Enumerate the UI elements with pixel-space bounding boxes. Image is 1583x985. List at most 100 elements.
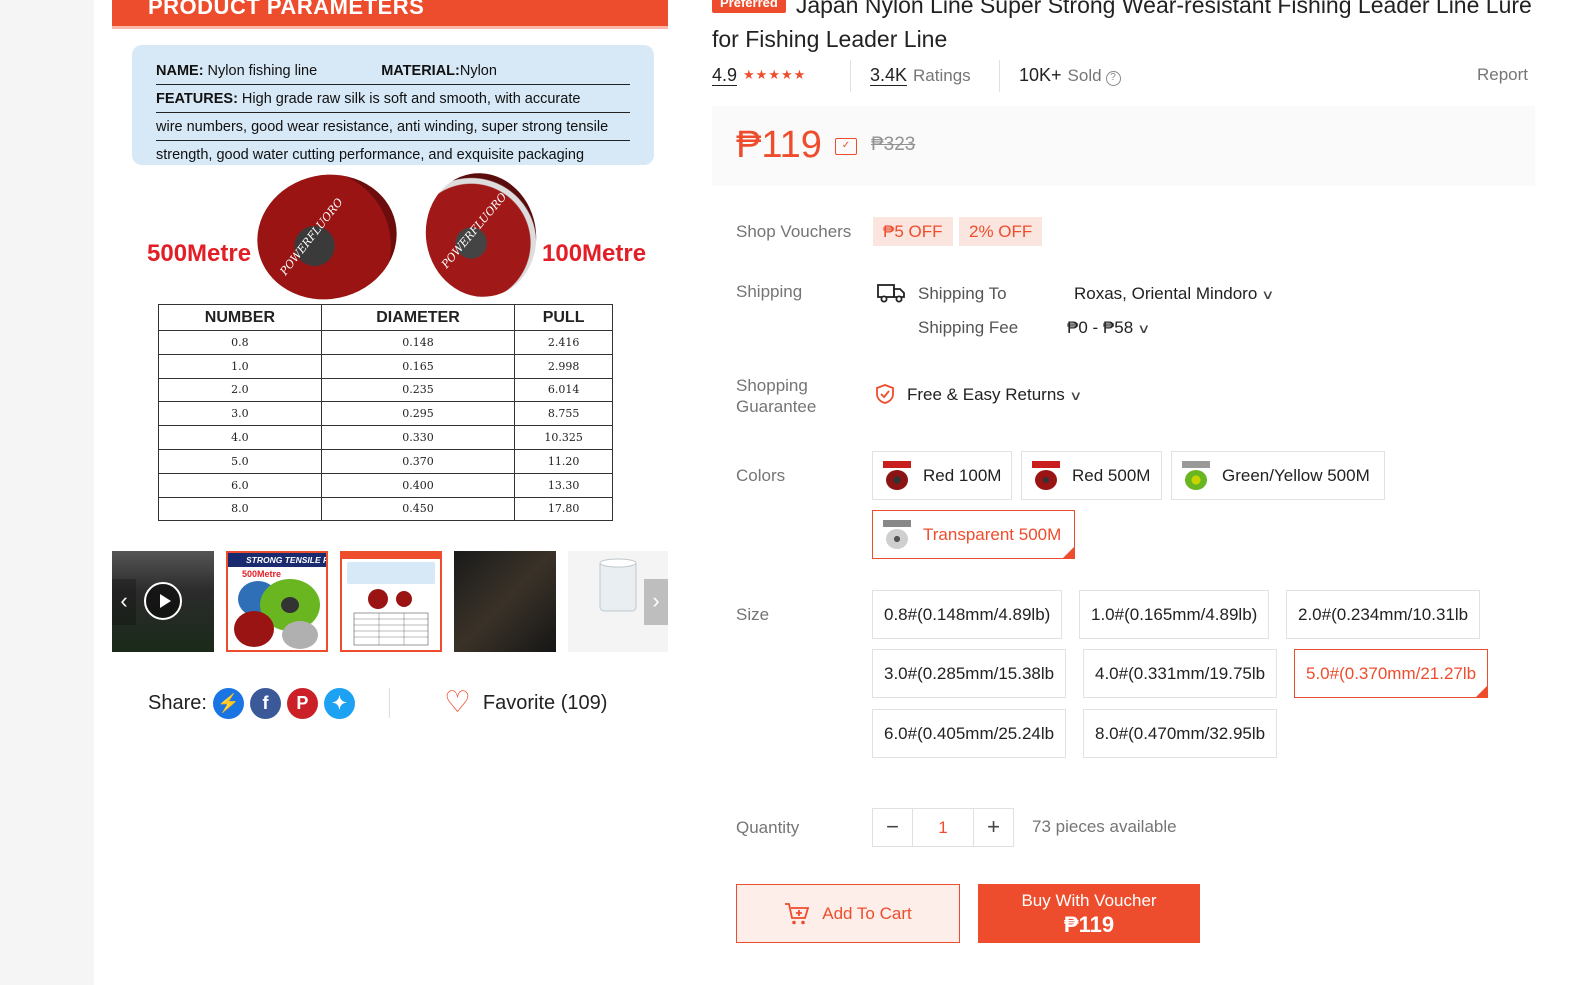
heart-icon: ♡ (444, 686, 471, 719)
size-option[interactable]: 0.8#(0.148mm/4.89lb) (872, 590, 1063, 639)
buy-with-voucher-button[interactable]: Buy With Voucher ₱119 (978, 884, 1200, 943)
guarantee-value: Free & Easy Returns (907, 385, 1065, 404)
twitter-icon[interactable]: ✦ (323, 687, 355, 719)
size-option[interactable]: 3.0#(0.285mm/15.38lb (872, 649, 1067, 698)
spool-100m-image: POWERFLUORO (416, 164, 546, 306)
color-option-transparent-500m[interactable]: Transparent 500M (872, 510, 1075, 559)
size-option[interactable]: 8.0#(0.470mm/32.95lb (1083, 709, 1278, 758)
table-row: 1.0 0.165 2.998 (158, 353, 613, 379)
add-to-cart-label: Add To Cart (822, 903, 912, 923)
thumbnail-next-arrow[interactable]: › (644, 579, 668, 625)
report-link[interactable]: Report (1477, 60, 1528, 90)
table-row: 6.0 0.400 13.30 (158, 472, 613, 498)
metre-label-right: 100Metre (542, 240, 647, 267)
size-option-selected[interactable]: 5.0#(0.370mm/21.27lb (1294, 649, 1489, 698)
colors-label: Colors (736, 466, 786, 485)
size-option[interactable]: 1.0#(0.165mm/4.89lb) (1079, 590, 1270, 639)
buy-button-price: ₱119 (1063, 912, 1115, 937)
guarantee-dropdown[interactable]: Free & Easy Returns ∨ (907, 385, 1082, 405)
truck-icon (877, 284, 905, 303)
messenger-icon[interactable]: ⚡ (212, 687, 244, 719)
metre-label-left: 500Metre (147, 240, 252, 267)
table-cell: 8.0 (158, 496, 322, 522)
play-icon[interactable] (144, 582, 182, 620)
spec-name-value: Nylon fishing line (203, 63, 318, 79)
thumbnail-parameters[interactable] (340, 551, 442, 652)
quantity-stepper: − 1 + (872, 808, 1014, 847)
spec-features-line1: High grade raw silk is soft and smooth, … (237, 91, 581, 107)
stats-divider (999, 60, 1000, 92)
table-cell: 6.014 (514, 377, 613, 403)
table-row: 5.0 0.370 11.20 (158, 448, 613, 474)
shipping-to-value: Roxas, Oriental Mindoro (1074, 284, 1258, 303)
favorite-label: Favorite (109) (482, 691, 608, 714)
sold-count-label: Sold (1067, 66, 1102, 85)
price-box: ₱119 ✓ ₱323 (712, 106, 1535, 186)
color-option-red-100m[interactable]: Red 100M (872, 451, 1012, 500)
main-product-image[interactable]: PRODUCT PARAMETERS NAME: Nylon fishing l… (112, 0, 668, 540)
shipping-label: Shipping (736, 282, 803, 301)
table-row: 8.0 0.450 17.80 (158, 496, 613, 522)
parameters-banner-title: PRODUCT PARAMETERS (148, 0, 425, 19)
vouchers-label: Shop Vouchers (736, 222, 852, 241)
thumbnail-parameters-art (342, 553, 440, 646)
shipping-fee-dropdown[interactable]: ₱0 - ₱58 ∨ (1067, 318, 1151, 338)
table-cell: 2.416 (514, 330, 613, 355)
table-cell: 0.8 (158, 330, 322, 355)
thumbnail-prev-arrow[interactable]: ‹ (112, 579, 136, 625)
table-cell: 0.235 (320, 377, 516, 403)
ratings-count-label: Ratings (913, 66, 971, 85)
shipping-to-dropdown[interactable]: Roxas, Oriental Mindoro ∨ (1074, 284, 1275, 304)
thumbnail-tensile-art: STRONG TENSILE FORCE 500Metre (228, 553, 326, 649)
sold-count: 10K+ Sold? (1019, 60, 1121, 92)
voucher-chip[interactable]: 2% OFF (959, 217, 1043, 246)
thumbnail-tensile[interactable]: STRONG TENSILE FORCE 500Metre (226, 551, 328, 652)
rating-summary[interactable]: 4.9 ★★★★★ (712, 60, 806, 92)
favorite-button[interactable]: ♡ Favorite (109) (444, 686, 607, 720)
table-header-number: NUMBER (158, 304, 322, 331)
spec-material-value: Nylon (459, 63, 497, 79)
size-label: Size (736, 605, 770, 624)
guarantee-label-line2: Guarantee (736, 397, 817, 416)
table-cell: 0.330 (320, 425, 516, 450)
share-row: Share: ⚡ f P ✦ (148, 686, 355, 720)
color-option-red-500m[interactable]: Red 500M (1021, 451, 1162, 500)
help-icon[interactable]: ? (1105, 71, 1121, 86)
table-cell: 0.165 (320, 353, 516, 379)
table-cell: 1.0 (158, 353, 322, 379)
spec-line-features-2: wire numbers, good wear resistance, anti… (156, 113, 630, 141)
color-option-green-yellow-500m[interactable]: Green/Yellow 500M (1171, 451, 1385, 500)
size-option[interactable]: 6.0#(0.405mm/25.24lb (872, 709, 1067, 758)
pinterest-icon[interactable]: P (286, 687, 318, 719)
stats-divider (850, 60, 851, 92)
spool-small-label: POWERFLUORO (438, 190, 510, 271)
table-row: 4.0 0.330 10.325 (158, 425, 613, 450)
quantity-input[interactable]: 1 (912, 809, 974, 846)
table-cell: 2.0 (158, 377, 322, 403)
table-row: 2.0 0.235 6.014 (158, 377, 613, 403)
table-cell: 11.20 (514, 448, 613, 474)
product-title-block: Preferred Japan Nylon Line Super Strong W… (712, 0, 1542, 56)
thumbnail-net-closeup[interactable] (454, 551, 556, 652)
facebook-icon[interactable]: f (249, 687, 281, 719)
size-option[interactable]: 4.0#(0.331mm/19.75lb (1083, 649, 1278, 698)
add-to-cart-button[interactable]: Add To Cart (736, 884, 960, 943)
table-cell: 2.998 (514, 353, 613, 379)
spec-name-label: NAME: (156, 63, 204, 79)
color-option-label: Green/Yellow 500M (1222, 465, 1370, 485)
quantity-label: Quantity (736, 818, 800, 837)
table-cell: 5.0 (158, 448, 322, 474)
size-option[interactable]: 2.0#(0.234mm/10.31lb (1286, 590, 1481, 639)
shield-icon (876, 384, 894, 404)
quantity-decrease-button[interactable]: − (873, 809, 912, 846)
share-divider (389, 688, 390, 718)
ratings-count[interactable]: 3.4K Ratings (870, 60, 971, 92)
price-guarantee-icon[interactable]: ✓ (835, 138, 857, 155)
color-thumb (883, 460, 911, 491)
chevron-down-icon: ∨ (1261, 287, 1275, 302)
thumbnail-strip: STRONG TENSILE FORCE 500Metre (112, 551, 668, 652)
color-option-label: Red 500M (1072, 465, 1151, 485)
quantity-increase-button[interactable]: + (974, 809, 1013, 846)
voucher-chip[interactable]: ₱5 OFF (873, 217, 953, 246)
rating-stats-row: 4.9 ★★★★★ 3.4K Ratings 10K+ Sold? Report (712, 60, 1528, 92)
